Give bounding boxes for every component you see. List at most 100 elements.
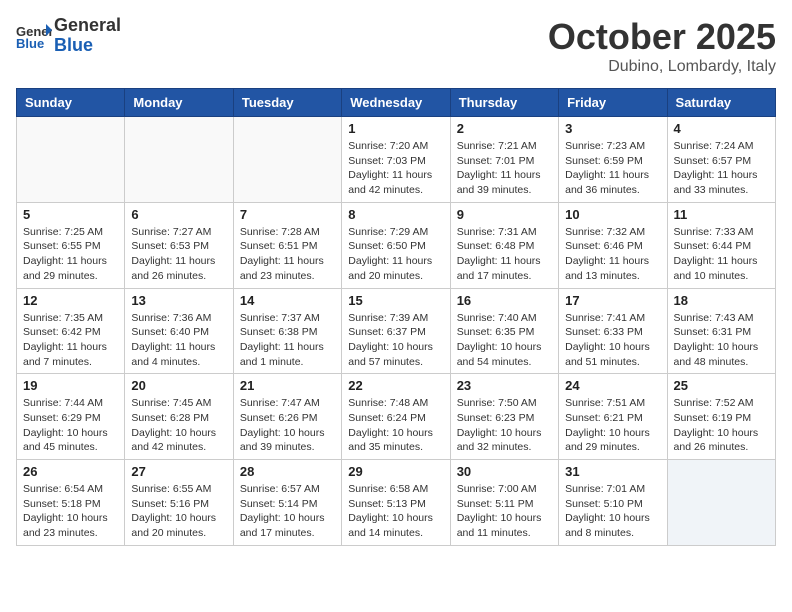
calendar-day-cell: 4 Sunrise: 7:24 AMSunset: 6:57 PMDaylight… (667, 117, 775, 203)
weekday-header: Friday (559, 89, 667, 117)
calendar-day-cell: 28Sunrise: 6:57 AMSunset: 5:14 PMDayligh… (233, 460, 341, 546)
weekday-header: Thursday (450, 89, 558, 117)
calendar-day-cell: 10 Sunrise: 7:32 AMSunset: 6:46 PMDayligh… (559, 202, 667, 288)
day-number: 21 (240, 378, 335, 393)
calendar-day-cell: 19 Sunrise: 7:44 AMSunset: 6:29 PMDayligh… (17, 374, 125, 460)
day-info: Sunrise: 7:43 AMSunset: 6:31 PMDaylight:… (674, 311, 769, 370)
day-number: 31 (565, 464, 660, 479)
day-info: Sunrise: 7:32 AMSunset: 6:46 PMDaylight:… (565, 225, 660, 284)
day-number: 8 (348, 207, 443, 222)
day-info: Sunrise: 7:35 AMSunset: 6:42 PMDaylight:… (23, 311, 118, 370)
day-number: 5 (23, 207, 118, 222)
day-info: Sunrise: 7:40 AMSunset: 6:35 PMDaylight:… (457, 311, 552, 370)
day-number: 3 (565, 121, 660, 136)
day-info: Sunrise: 7:21 AMSunset: 7:01 PMDaylight:… (457, 139, 552, 198)
calendar-day-cell: 23 Sunrise: 7:50 AMSunset: 6:23 PMDayligh… (450, 374, 558, 460)
day-info: Sunrise: 7:37 AMSunset: 6:38 PMDaylight:… (240, 311, 335, 370)
day-info: Sunrise: 7:39 AMSunset: 6:37 PMDaylight:… (348, 311, 443, 370)
day-number: 17 (565, 293, 660, 308)
day-number: 23 (457, 378, 552, 393)
day-info: Sunrise: 7:01 AMSunset: 5:10 PMDaylight:… (565, 482, 660, 541)
day-number: 1 (348, 121, 443, 136)
calendar-day-cell: 25 Sunrise: 7:52 AMSunset: 6:19 PMDayligh… (667, 374, 775, 460)
day-info: Sunrise: 7:33 AMSunset: 6:44 PMDaylight:… (674, 225, 769, 284)
weekday-header: Tuesday (233, 89, 341, 117)
day-number: 20 (131, 378, 226, 393)
calendar-day-cell: 29 Sunrise: 6:58 AMSunset: 5:13 PMDayligh… (342, 460, 450, 546)
logo-blue: Blue (54, 35, 93, 55)
calendar-week-row: 1Sunrise: 7:20 AMSunset: 7:03 PMDaylight… (17, 117, 776, 203)
calendar-day-cell: 8 Sunrise: 7:29 AMSunset: 6:50 PMDaylight… (342, 202, 450, 288)
day-number: 14 (240, 293, 335, 308)
calendar-day-cell: 14 Sunrise: 7:37 AMSunset: 6:38 PMDayligh… (233, 288, 341, 374)
page-header: General Blue General Blue October 2025 D… (16, 16, 776, 76)
weekday-header: Monday (125, 89, 233, 117)
day-info: Sunrise: 7:44 AMSunset: 6:29 PMDaylight:… (23, 396, 118, 455)
calendar-day-cell: 3Sunrise: 7:23 AMSunset: 6:59 PMDaylight… (559, 117, 667, 203)
day-number: 27 (131, 464, 226, 479)
calendar-day-cell: 26 Sunrise: 6:54 AMSunset: 5:18 PMDayligh… (17, 460, 125, 546)
calendar-day-cell: 13 Sunrise: 7:36 AMSunset: 6:40 PMDayligh… (125, 288, 233, 374)
month-title: October 2025 (548, 16, 776, 58)
calendar-day-cell: 12Sunrise: 7:35 AMSunset: 6:42 PMDayligh… (17, 288, 125, 374)
weekday-header: Sunday (17, 89, 125, 117)
day-number: 16 (457, 293, 552, 308)
day-info: Sunrise: 7:00 AMSunset: 5:11 PMDaylight:… (457, 482, 552, 541)
calendar-day-cell: 1Sunrise: 7:20 AMSunset: 7:03 PMDaylight… (342, 117, 450, 203)
day-info: Sunrise: 7:27 AMSunset: 6:53 PMDaylight:… (131, 225, 226, 284)
day-number: 9 (457, 207, 552, 222)
calendar-day-cell: 2Sunrise: 7:21 AMSunset: 7:01 PMDaylight… (450, 117, 558, 203)
day-info: Sunrise: 7:25 AMSunset: 6:55 PMDaylight:… (23, 225, 118, 284)
day-number: 10 (565, 207, 660, 222)
calendar-day-cell: 16 Sunrise: 7:40 AMSunset: 6:35 PMDayligh… (450, 288, 558, 374)
calendar-week-row: 26 Sunrise: 6:54 AMSunset: 5:18 PMDayligh… (17, 460, 776, 546)
calendar-day-cell: 31 Sunrise: 7:01 AMSunset: 5:10 PMDayligh… (559, 460, 667, 546)
calendar-day-cell: 27 Sunrise: 6:55 AMSunset: 5:16 PMDayligh… (125, 460, 233, 546)
day-number: 22 (348, 378, 443, 393)
calendar-day-cell: 9 Sunrise: 7:31 AMSunset: 6:48 PMDaylight… (450, 202, 558, 288)
calendar-day-cell: 22Sunrise: 7:48 AMSunset: 6:24 PMDayligh… (342, 374, 450, 460)
day-info: Sunrise: 7:24 AMSunset: 6:57 PMDaylight:… (674, 139, 769, 198)
calendar-week-row: 19 Sunrise: 7:44 AMSunset: 6:29 PMDayligh… (17, 374, 776, 460)
calendar-day-cell (17, 117, 125, 203)
logo: General Blue General Blue (16, 16, 121, 56)
day-info: Sunrise: 6:54 AMSunset: 5:18 PMDaylight:… (23, 482, 118, 541)
calendar-day-cell: 18Sunrise: 7:43 AMSunset: 6:31 PMDayligh… (667, 288, 775, 374)
calendar-day-cell: 20 Sunrise: 7:45 AMSunset: 6:28 PMDayligh… (125, 374, 233, 460)
day-number: 6 (131, 207, 226, 222)
day-number: 29 (348, 464, 443, 479)
day-info: Sunrise: 7:29 AMSunset: 6:50 PMDaylight:… (348, 225, 443, 284)
day-number: 30 (457, 464, 552, 479)
calendar-day-cell: 11 Sunrise: 7:33 AMSunset: 6:44 PMDayligh… (667, 202, 775, 288)
day-info: Sunrise: 6:55 AMSunset: 5:16 PMDaylight:… (131, 482, 226, 541)
day-info: Sunrise: 7:51 AMSunset: 6:21 PMDaylight:… (565, 396, 660, 455)
calendar-day-cell: 7Sunrise: 7:28 AMSunset: 6:51 PMDaylight… (233, 202, 341, 288)
calendar-day-cell: 15Sunrise: 7:39 AMSunset: 6:37 PMDayligh… (342, 288, 450, 374)
day-info: Sunrise: 7:45 AMSunset: 6:28 PMDaylight:… (131, 396, 226, 455)
day-number: 25 (674, 378, 769, 393)
calendar-day-cell: 5 Sunrise: 7:25 AMSunset: 6:55 PMDaylight… (17, 202, 125, 288)
day-info: Sunrise: 7:36 AMSunset: 6:40 PMDaylight:… (131, 311, 226, 370)
location: Dubino, Lombardy, Italy (548, 58, 776, 76)
day-number: 11 (674, 207, 769, 222)
day-number: 26 (23, 464, 118, 479)
svg-text:Blue: Blue (16, 36, 44, 50)
day-number: 4 (674, 121, 769, 136)
day-info: Sunrise: 7:52 AMSunset: 6:19 PMDaylight:… (674, 396, 769, 455)
day-info: Sunrise: 7:28 AMSunset: 6:51 PMDaylight:… (240, 225, 335, 284)
day-number: 13 (131, 293, 226, 308)
weekday-header: Wednesday (342, 89, 450, 117)
calendar-day-cell: 24 Sunrise: 7:51 AMSunset: 6:21 PMDayligh… (559, 374, 667, 460)
calendar-table: SundayMondayTuesdayWednesdayThursdayFrid… (16, 88, 776, 546)
calendar-day-cell (667, 460, 775, 546)
day-info: Sunrise: 7:50 AMSunset: 6:23 PMDaylight:… (457, 396, 552, 455)
day-number: 24 (565, 378, 660, 393)
day-info: Sunrise: 6:58 AMSunset: 5:13 PMDaylight:… (348, 482, 443, 541)
day-info: Sunrise: 7:31 AMSunset: 6:48 PMDaylight:… (457, 225, 552, 284)
calendar-day-cell: 6 Sunrise: 7:27 AMSunset: 6:53 PMDaylight… (125, 202, 233, 288)
calendar-day-cell: 17Sunrise: 7:41 AMSunset: 6:33 PMDayligh… (559, 288, 667, 374)
weekday-header-row: SundayMondayTuesdayWednesdayThursdayFrid… (17, 89, 776, 117)
day-info: Sunrise: 6:57 AMSunset: 5:14 PMDaylight:… (240, 482, 335, 541)
calendar-day-cell (125, 117, 233, 203)
day-number: 19 (23, 378, 118, 393)
